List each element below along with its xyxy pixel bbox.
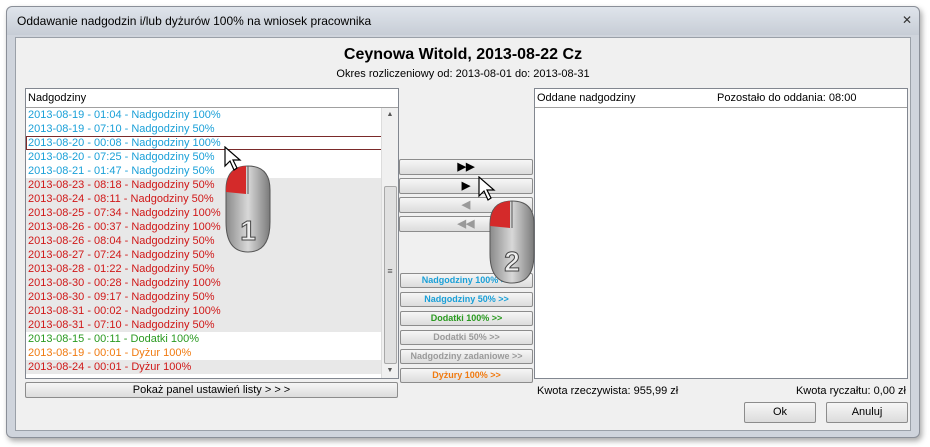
list-item[interactable]: 2013-08-20 - 07:25 - Nadgodziny 50% (26, 150, 382, 164)
transferred-list-title: Oddane nadgodziny (537, 92, 636, 104)
list-item[interactable]: 2013-08-15 - 00:11 - Dodatki 100% (26, 332, 382, 346)
list-item[interactable]: 2013-08-31 - 07:10 - Nadgodziny 50% (26, 318, 382, 332)
cursor-arrow-icon-1 (224, 146, 242, 171)
transferred-list-header: Oddane nadgodziny Pozostało do oddania: … (535, 89, 907, 108)
list-item[interactable]: 2013-08-30 - 09:17 - Nadgodziny 50% (26, 290, 382, 304)
overtime-list[interactable]: 2013-08-19 - 01:04 - Nadgodziny 100% 2013… (26, 108, 382, 378)
overtime-list-title: Nadgodziny (28, 92, 87, 104)
list-item[interactable]: 2013-08-26 - 08:04 - Nadgodziny 50% (26, 234, 382, 248)
list-item[interactable]: 2013-08-19 - 07:10 - Nadgodziny 50% (26, 122, 382, 136)
mouse-2-label: 2 (504, 246, 520, 277)
scrollbar-grip-icon: ≡ (387, 266, 393, 276)
transferred-list-panel: Oddane nadgodziny Pozostało do oddania: … (534, 88, 908, 379)
list-item[interactable]: 2013-08-31 - 00:02 - Nadgodziny 100% (26, 304, 382, 318)
filter-button[interactable]: Dyżury 100% >> (400, 368, 533, 383)
filter-button[interactable]: Nadgodziny 50% >> (400, 292, 533, 307)
double-arrow-right-icon: ▶▶ (457, 161, 475, 173)
scroll-down-arrow-icon[interactable]: ▼ (382, 364, 398, 378)
list-item[interactable]: 2013-08-24 - 00:01 - Dyżur 100% (26, 360, 382, 374)
list-item[interactable]: 2013-08-20 - 00:08 - Nadgodziny 100% (26, 136, 382, 150)
list-item[interactable]: 2013-08-19 - 00:01 - Dyżur 100% (26, 346, 382, 360)
actual-amount-label: Kwota rzeczywista: 955,99 zł (537, 385, 679, 397)
show-list-settings-button[interactable]: Pokaż panel ustawień listy > > > (25, 382, 398, 398)
arrow-right-icon: ▶ (461, 180, 471, 192)
transferred-list[interactable] (535, 108, 907, 378)
remaining-time-label: Pozostało do oddania: 08:00 (717, 92, 857, 104)
double-arrow-left-icon: ◀◀ (457, 218, 475, 230)
close-button[interactable]: ✕ (901, 12, 913, 28)
overtime-list-panel: Nadgodziny 2013-08-19 - 01:04 - Nadgodzi… (25, 88, 399, 379)
list-item[interactable]: 2013-08-24 - 08:11 - Nadgodziny 50% (26, 192, 382, 206)
overtime-list-header: Nadgodziny (26, 89, 398, 108)
list-item[interactable]: 2013-08-30 - 00:28 - Nadgodziny 100% (26, 276, 382, 290)
vertical-scrollbar[interactable]: ▲ ≡ ▼ (381, 108, 398, 378)
list-item[interactable]: 2013-08-23 - 08:18 - Nadgodziny 50% (26, 178, 382, 192)
move-all-button[interactable]: ▶▶ (399, 159, 533, 175)
mouse-left-click-icon-2: 2 (489, 200, 535, 284)
list-item[interactable]: 2013-08-19 - 01:04 - Nadgodziny 100% (26, 108, 382, 122)
settlement-period: Okres rozliczeniowy od: 2013-08-01 do: 2… (336, 68, 590, 80)
list-item[interactable]: 2013-08-25 - 07:34 - Nadgodziny 100% (26, 206, 382, 220)
dialog-content: Ceynowa Witold, 2013-08-22 Cz Okres rozl… (15, 37, 911, 431)
list-item[interactable]: 2013-08-26 - 00:37 - Nadgodziny 100% (26, 220, 382, 234)
dialog-window: Oddawanie nadgodzin i/lub dyżurów 100% n… (6, 6, 920, 438)
filter-button[interactable]: Dodatki 100% >> (400, 311, 533, 326)
window-title: Oddawanie nadgodzin i/lub dyżurów 100% n… (17, 14, 372, 28)
title-bar[interactable]: Oddawanie nadgodzin i/lub dyżurów 100% n… (7, 7, 919, 35)
mouse-1-label: 1 (240, 215, 256, 246)
cancel-button[interactable]: Anuluj (826, 402, 908, 423)
arrow-left-icon: ◀ (461, 199, 471, 211)
employee-header: Ceynowa Witold, 2013-08-22 Cz (343, 46, 583, 63)
filter-button[interactable]: Dodatki 50% >> (400, 330, 533, 345)
ok-button[interactable]: Ok (744, 402, 816, 423)
mouse-left-click-icon-1: 1 (225, 165, 271, 253)
list-item[interactable]: 2013-08-28 - 01:22 - Nadgodziny 50% (26, 262, 382, 276)
list-item[interactable]: 2013-08-27 - 07:24 - Nadgodziny 50% (26, 248, 382, 262)
filter-button[interactable]: Nadgodziny zadaniowe >> (400, 349, 533, 364)
lump-sum-amount-label: Kwota ryczałtu: 0,00 zł (795, 385, 906, 397)
list-item[interactable]: 2013-08-21 - 01:47 - Nadgodziny 50% (26, 164, 382, 178)
scroll-up-arrow-icon[interactable]: ▲ (382, 108, 398, 122)
move-one-button[interactable]: ▶ (399, 178, 533, 194)
cursor-arrow-icon-2 (478, 176, 496, 201)
